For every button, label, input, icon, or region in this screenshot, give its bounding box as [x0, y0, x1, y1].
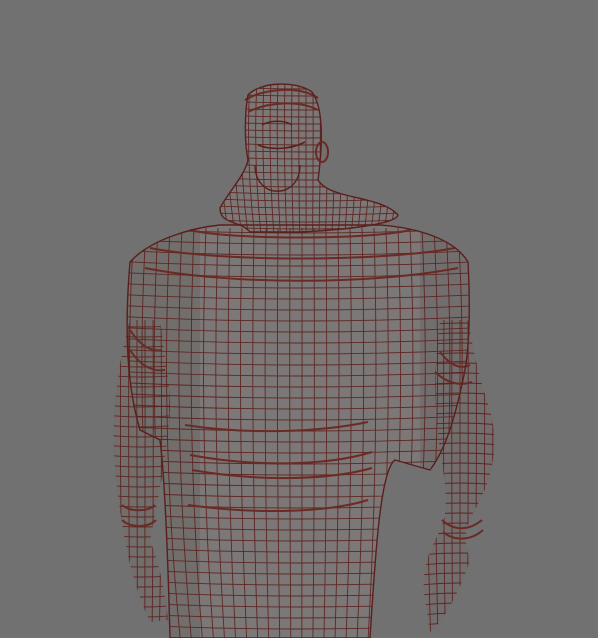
3d-viewport[interactable] [0, 0, 598, 638]
character-wireframe [113, 83, 495, 638]
